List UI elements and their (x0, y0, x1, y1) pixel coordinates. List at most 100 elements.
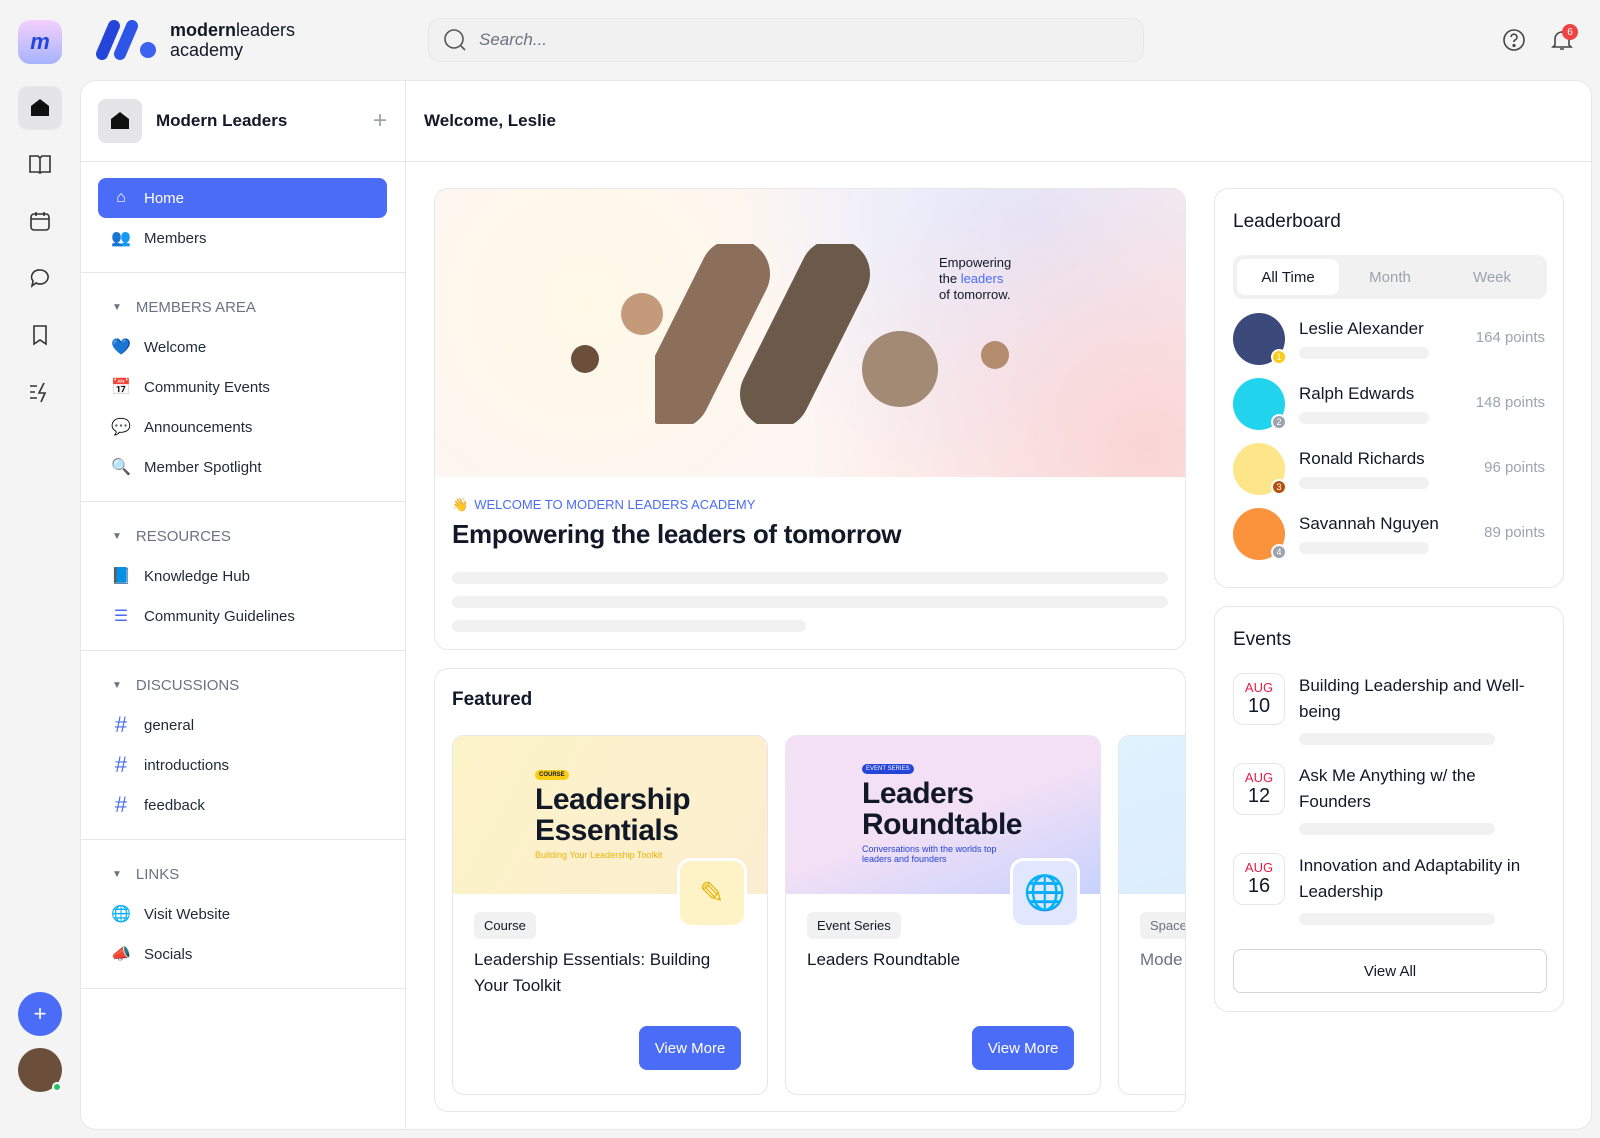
section-toggle[interactable]: ▼ RESOURCES (80, 516, 405, 556)
card-title: Leadership Essentials: Building Your Too… (474, 950, 711, 995)
welcome-heading: Welcome, Leslie (424, 110, 556, 130)
sidebar-section: ▼ DISCUSSIONS # general # introductions # feedb… (80, 651, 405, 840)
chat-icon: 💬 (111, 419, 131, 436)
sidebar-item[interactable]: 🔍 Member Spotlight (98, 447, 387, 487)
view-all-events-button[interactable]: View All (1233, 949, 1547, 993)
sidebar: Modern Leaders + ⌂ Home 👥 Members ▼ MEMBERS… (80, 80, 406, 1130)
user-avatar[interactable] (18, 1048, 62, 1092)
sidebar-item[interactable]: ☰ Community Guidelines (98, 596, 387, 636)
sidebar-item-label: feedback (144, 796, 205, 814)
sidebar-item[interactable]: 📘 Knowledge Hub (98, 556, 387, 596)
book-icon: 📘 (111, 568, 131, 585)
sidebar-item[interactable]: 📅 Community Events (98, 367, 387, 407)
brand-subtitle: academy (170, 40, 244, 60)
sidebar-item[interactable]: 🌐 Visit Website (98, 894, 387, 934)
event-item[interactable]: AUG 16 Innovation and Adaptability in Lea… (1233, 853, 1545, 933)
rail-home-icon[interactable] (18, 86, 62, 130)
caret-down-icon: ▼ (112, 679, 122, 691)
rail-book-icon[interactable] (18, 142, 62, 186)
sidebar-item[interactable]: # introductions (98, 745, 387, 785)
featured-section: Featured COURSE Leadership Essentials Bui… (434, 668, 1186, 1112)
sidebar-item[interactable]: 📣 Socials (98, 934, 387, 974)
rail-activity-icon[interactable] (18, 370, 62, 414)
hero-eyebrow: 👋 WELCOME TO MODERN LEADERS ACADEMY (452, 497, 756, 512)
globe-icon: 🌐 (1010, 858, 1080, 928)
points: 96 points (1484, 459, 1545, 476)
globe-icon: 🌐 (111, 906, 131, 923)
hash-icon: # (114, 752, 128, 777)
sidebar-item[interactable]: 💙 Welcome (98, 327, 387, 367)
spotlight-icon: 🔍 (111, 459, 131, 476)
search-icon (444, 29, 466, 51)
brand-logo[interactable]: modernleaders academy (96, 20, 295, 60)
section-toggle[interactable]: ▼ LINKS (80, 854, 405, 894)
leaderboard-row[interactable]: 1 Leslie Alexander 164 points (1233, 313, 1545, 369)
points: 89 points (1484, 524, 1545, 541)
notifications-bell-icon[interactable]: 6 (1550, 24, 1578, 57)
banner-subtitle: Building Your Leadership Toolkit (535, 850, 663, 860)
search-bar[interactable]: Search... (428, 18, 1144, 62)
caret-down-icon: ▼ (112, 301, 122, 313)
section-toggle[interactable]: ▼ MEMBERS AREA (80, 287, 405, 327)
featured-title: Featured (452, 689, 533, 710)
heart-icon: 💙 (111, 339, 131, 356)
rank-badge: 2 (1271, 414, 1287, 430)
sidebar-item-label: introductions (144, 756, 230, 774)
featured-card[interactable]: Space Mode (1118, 735, 1185, 1095)
event-title: Building Leadership and Well-being (1299, 676, 1525, 721)
rail-chat-icon[interactable] (18, 256, 62, 300)
progress-placeholder (1299, 542, 1429, 554)
section-toggle[interactable]: ▼ DISCUSSIONS (80, 665, 405, 705)
card-type-badge: Course (474, 912, 536, 939)
progress-placeholder (1299, 412, 1429, 424)
event-date: AUG 16 (1233, 853, 1285, 905)
add-space-button[interactable]: + (373, 107, 387, 135)
sidebar-item-label: Members (144, 229, 207, 247)
members-icon: 👥 (111, 230, 131, 247)
card-banner: EVENT SERIES Leaders Roundtable Conversat… (786, 736, 1100, 928)
tab-month[interactable]: Month (1339, 259, 1441, 295)
text-placeholder (452, 620, 806, 632)
member-name: Ronald Richards (1299, 449, 1425, 468)
app-logo[interactable]: m (18, 20, 62, 64)
avatar-bubble (621, 293, 663, 335)
help-icon[interactable] (1502, 28, 1526, 57)
event-item[interactable]: AUG 12 Ask Me Anything w/ the Founders (1233, 763, 1545, 843)
sidebar-item-home[interactable]: ⌂ Home (98, 178, 387, 218)
card-banner: COURSE Leadership Essentials Building You… (453, 736, 767, 928)
banner-tag: COURSE (535, 770, 569, 780)
view-more-button[interactable]: View More (639, 1026, 741, 1070)
pencil-notepad-icon: ✎ (677, 858, 747, 928)
sidebar-item-label: Socials (144, 945, 193, 963)
progress-placeholder (1299, 477, 1429, 489)
member-name: Leslie Alexander (1299, 319, 1424, 338)
sidebar-item-label: Announcements (144, 418, 253, 436)
leaderboard-row[interactable]: 3 Ronald Richards 96 points (1233, 443, 1545, 499)
sidebar-item[interactable]: # general (98, 705, 387, 745)
events-card: Events AUG 10 Building Leadership and Wel… (1214, 606, 1564, 1012)
featured-card[interactable]: EVENT SERIES Leaders Roundtable Conversat… (785, 735, 1101, 1095)
sidebar-item[interactable]: # feedback (98, 785, 387, 825)
text-placeholder (452, 572, 1168, 584)
tab-all-time[interactable]: All Time (1237, 259, 1339, 295)
view-more-button[interactable]: View More (972, 1026, 1074, 1070)
rail-bookmark-icon[interactable] (18, 313, 62, 357)
sidebar-section: ▼ RESOURCES 📘 Knowledge Hub ☰ Community Guide… (80, 502, 405, 651)
event-item[interactable]: AUG 10 Building Leadership and Well-being (1233, 673, 1545, 753)
notification-badge: 6 (1562, 24, 1578, 40)
sidebar-item[interactable]: 💬 Announcements (98, 407, 387, 447)
text-placeholder (452, 596, 1168, 608)
tab-week[interactable]: Week (1441, 259, 1543, 295)
leaderboard-row[interactable]: 4 Savannah Nguyen 89 points (1233, 508, 1545, 564)
avatar-bubble (571, 345, 599, 373)
sidebar-item-label: Welcome (144, 338, 207, 356)
member-name: Ralph Edwards (1299, 384, 1415, 403)
leaderboard-row[interactable]: 2 Ralph Edwards 148 points (1233, 378, 1545, 434)
rank-badge: 4 (1271, 544, 1287, 560)
create-button[interactable]: + (18, 992, 62, 1036)
search-input[interactable]: Search... (479, 30, 547, 50)
sidebar-item-members[interactable]: 👥 Members (98, 218, 387, 258)
featured-card[interactable]: COURSE Leadership Essentials Building You… (452, 735, 768, 1095)
hero-tagline: Empowering the leaders of tomorrow. (939, 255, 1012, 302)
rail-calendar-icon[interactable] (18, 199, 62, 243)
